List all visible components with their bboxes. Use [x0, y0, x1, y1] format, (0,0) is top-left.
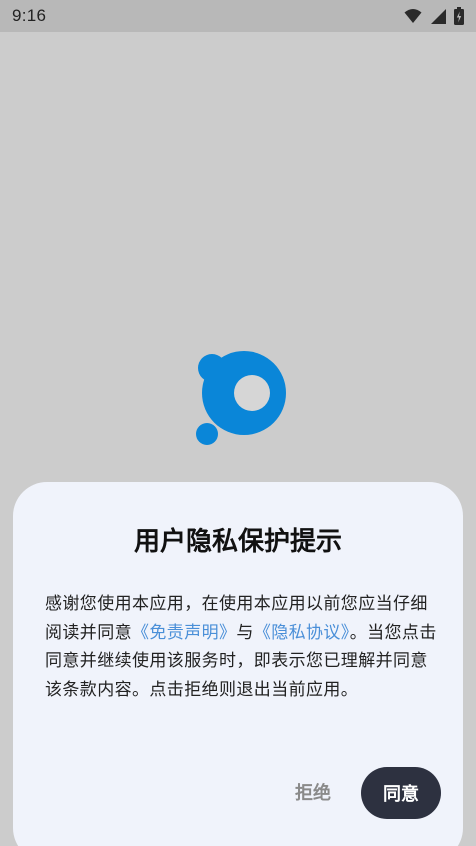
wifi-icon — [404, 8, 422, 24]
dialog-body: 感谢您使用本应用，在使用本应用以前您应当仔细阅读并同意《免责声明》与《隐私协议》… — [45, 590, 437, 704]
dialog-title: 用户隐私保护提示 — [133, 527, 342, 557]
status-bar: 9:16 — [0, 0, 476, 32]
disclaimer-link[interactable]: 《免责声明》 — [132, 623, 236, 643]
app-logo-icon — [190, 348, 294, 452]
reject-button[interactable]: 拒绝 — [280, 772, 346, 812]
body-connector-text: 与 — [236, 622, 254, 643]
agree-button[interactable]: 同意 — [361, 767, 441, 819]
cellular-signal-icon — [430, 8, 446, 24]
battery-charging-icon — [454, 7, 464, 25]
status-icons — [404, 7, 464, 25]
privacy-agreement-link[interactable]: 《隐私协议》 — [254, 623, 350, 643]
status-time: 9:16 — [12, 6, 47, 25]
